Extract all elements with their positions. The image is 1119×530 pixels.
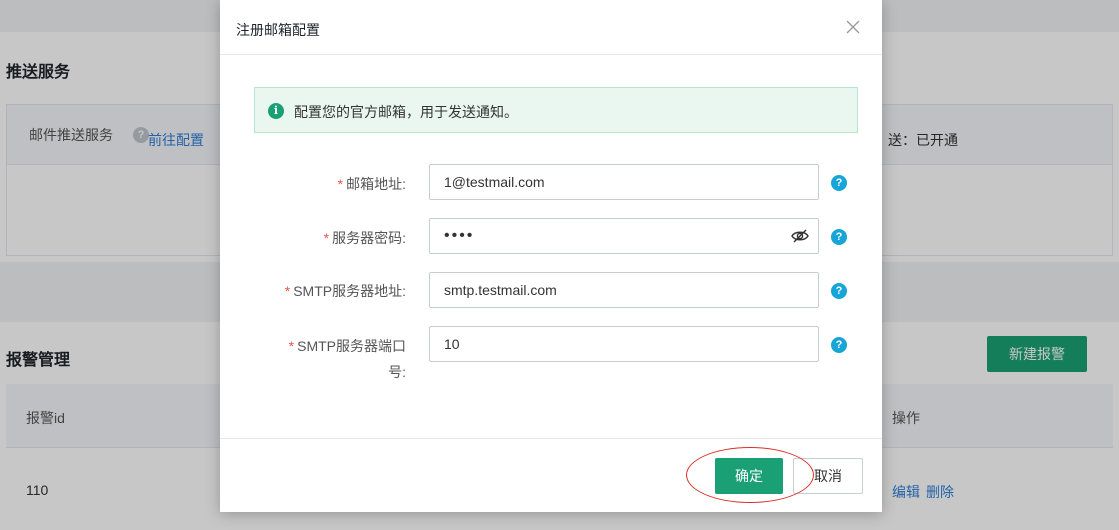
- smtp-port-label-line2: 号:: [388, 364, 406, 380]
- email-field[interactable]: 1@testmail.com: [429, 164, 819, 200]
- email-config-dialog: 注册邮箱配置 i 配置您的官方邮箱，用于发送通知。 * 邮箱地址: 1@testm…: [220, 0, 882, 512]
- cancel-button[interactable]: 取消: [793, 458, 863, 494]
- smtp-port-label-line1: SMTP服务器端口: [297, 338, 406, 354]
- smtp-host-label: * SMTP服务器地址:: [285, 281, 406, 301]
- required-mark: *: [323, 230, 330, 246]
- form-row-smtp-port: * SMTP服务器端口号: 10 ?: [220, 326, 882, 396]
- required-mark: *: [288, 338, 295, 354]
- form-row-email: * 邮箱地址: 1@testmail.com ?: [220, 164, 882, 224]
- help-icon[interactable]: ?: [831, 175, 847, 191]
- dialog-footer: 确定 取消: [220, 438, 882, 512]
- info-alert: i 配置您的官方邮箱，用于发送通知。: [254, 87, 858, 133]
- smtp-port-label: * SMTP服务器端口号:: [289, 333, 406, 385]
- password-label: * 服务器密码:: [324, 228, 406, 248]
- help-icon[interactable]: ?: [831, 229, 847, 245]
- help-icon[interactable]: ?: [831, 283, 847, 299]
- close-icon[interactable]: [842, 16, 864, 38]
- smtp-host-label-text: SMTP服务器地址:: [293, 283, 406, 299]
- required-mark: *: [337, 176, 344, 192]
- info-text: 配置您的官方邮箱，用于发送通知。: [294, 104, 518, 120]
- form-row-password: * 服务器密码: •••• ?: [220, 218, 882, 278]
- password-field[interactable]: ••••: [429, 218, 819, 254]
- info-icon: i: [268, 103, 284, 119]
- smtp-host-field[interactable]: smtp.testmail.com: [429, 272, 819, 308]
- eye-slash-icon[interactable]: [790, 226, 810, 246]
- dialog-title: 注册邮箱配置: [236, 22, 320, 38]
- help-icon[interactable]: ?: [831, 337, 847, 353]
- email-label: * 邮箱地址:: [338, 174, 406, 194]
- password-label-text: 服务器密码:: [332, 230, 406, 246]
- dialog-header: 注册邮箱配置: [220, 0, 882, 55]
- email-label-text: 邮箱地址:: [346, 176, 406, 192]
- required-mark: *: [284, 283, 291, 299]
- form-row-smtp-host: * SMTP服务器地址: smtp.testmail.com ?: [220, 272, 882, 332]
- confirm-button[interactable]: 确定: [715, 458, 783, 494]
- smtp-port-field[interactable]: 10: [429, 326, 819, 362]
